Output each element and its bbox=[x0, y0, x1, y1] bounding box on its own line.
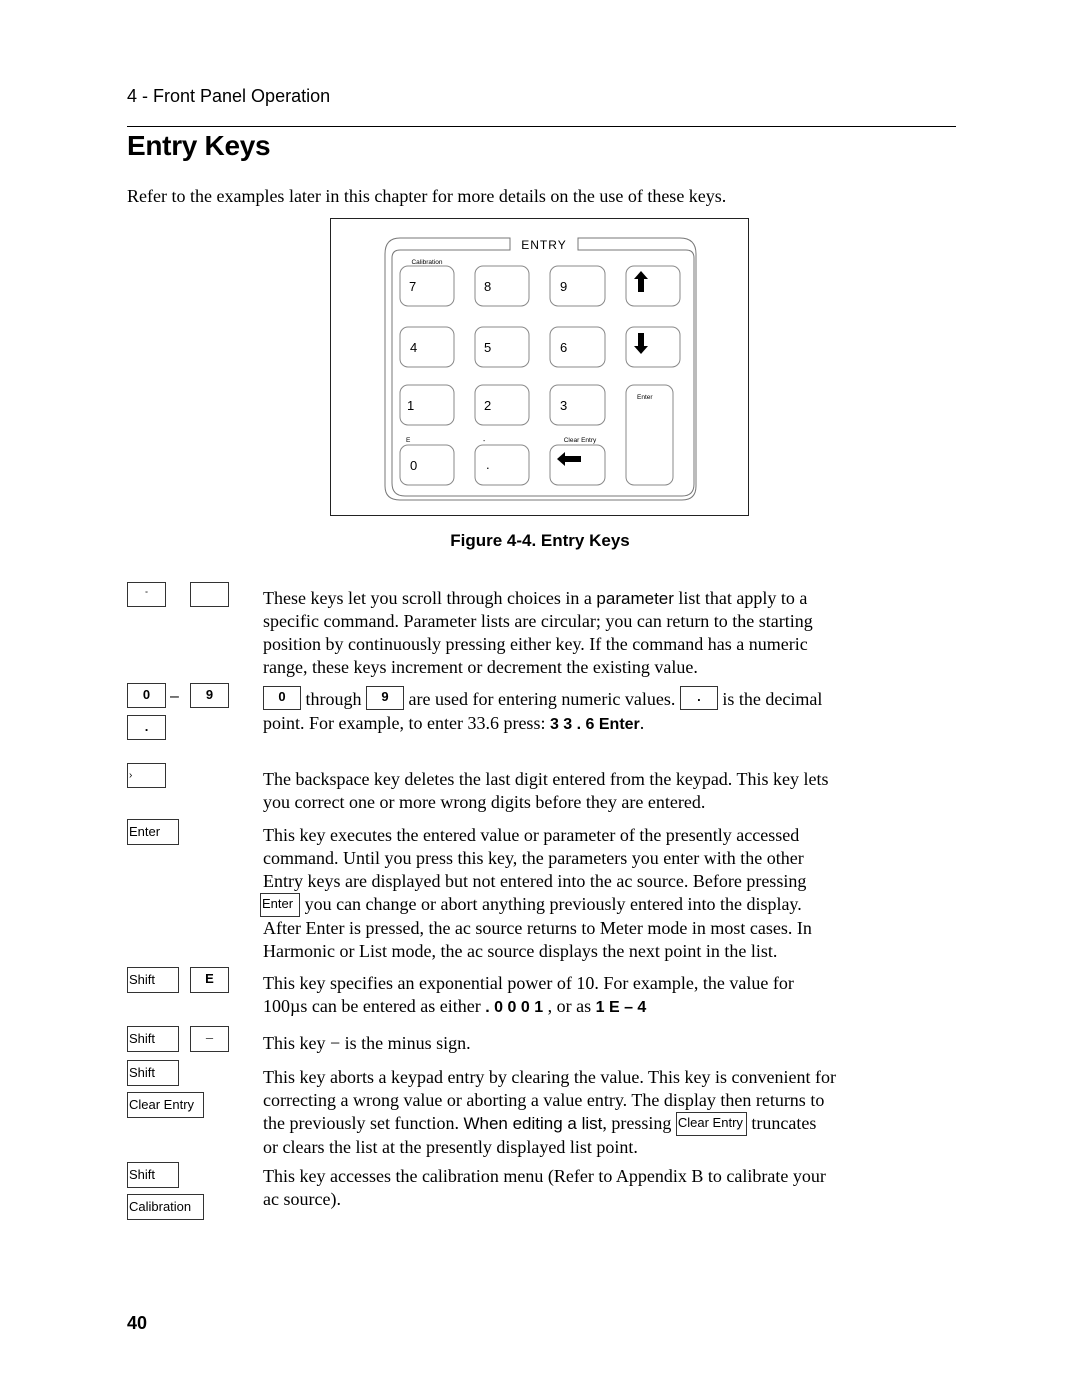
enter-description: This key executes the entered value or p… bbox=[260, 825, 812, 961]
key-shift-box: Shift bbox=[127, 1060, 179, 1086]
minus-description: This key − is the minus sign. bbox=[263, 1033, 471, 1053]
key-shift-box: Shift bbox=[127, 967, 179, 993]
key-9-box: 9 bbox=[190, 683, 229, 708]
key-0: 0 bbox=[399, 444, 455, 486]
svg-text:4: 4 bbox=[410, 340, 417, 355]
header-rule bbox=[127, 126, 956, 127]
key-up-box: ° bbox=[127, 582, 166, 607]
svg-text:0: 0 bbox=[410, 458, 417, 473]
calibration-description: This key accesses the calibration menu (… bbox=[263, 1166, 826, 1209]
clear-entry-description: This key aborts a keypad entry by cleari… bbox=[263, 1067, 836, 1157]
inline-key-enter: Enter bbox=[260, 893, 301, 917]
key-clear-entry-box: Clear Entry bbox=[127, 1092, 204, 1118]
svg-text:1: 1 bbox=[407, 398, 414, 413]
page-title: Entry Keys bbox=[127, 130, 271, 161]
up-down-description: These keys let you scroll through choice… bbox=[263, 588, 813, 677]
key-shift-box: Shift bbox=[127, 1026, 179, 1052]
svg-text:5: 5 bbox=[484, 340, 491, 355]
key-backspace bbox=[549, 444, 606, 486]
svg-text:.: . bbox=[486, 457, 490, 472]
sequence-decimal: . 0 0 0 1 bbox=[485, 999, 544, 1016]
shift-label-clear-entry: Clear Entry bbox=[564, 437, 597, 444]
svg-text:Enter: Enter bbox=[637, 394, 653, 401]
key-decimal-box: . bbox=[127, 715, 166, 740]
svg-text:7: 7 bbox=[409, 279, 416, 294]
numeric-keys-description: 0 through 9 are used for entering numeri… bbox=[263, 686, 893, 736]
figure-caption: Figure 4-4. Entry Keys bbox=[450, 531, 630, 550]
chapter-header: 4 - Front Panel Operation bbox=[127, 86, 331, 106]
key-decimal: . bbox=[474, 444, 530, 486]
sequence-exponent: 1 E – 4 bbox=[595, 999, 647, 1016]
svg-text:8: 8 bbox=[484, 279, 491, 294]
shift-label-calibration: Calibration bbox=[411, 259, 442, 266]
key-0-box: 0 bbox=[127, 683, 166, 708]
key-down-box bbox=[190, 582, 229, 607]
page-number: 40 bbox=[127, 1313, 148, 1333]
shift-label-e: E bbox=[406, 437, 411, 444]
key-8: 8 bbox=[474, 265, 530, 307]
key-enter-box: Enter bbox=[127, 819, 179, 845]
inline-key-9: 9 bbox=[366, 686, 404, 710]
key-down bbox=[625, 326, 681, 368]
key-9: 9 bbox=[549, 265, 606, 307]
key-7: 7 bbox=[399, 265, 455, 307]
key-shift-box: Shift bbox=[127, 1162, 179, 1188]
svg-text:3: 3 bbox=[560, 398, 567, 413]
intro-paragraph: Refer to the examples later in this chap… bbox=[127, 186, 727, 206]
key-4: 4 bbox=[399, 326, 455, 368]
inline-key-clear-entry: Clear Entry bbox=[675, 1112, 747, 1136]
shift-label-minus: - bbox=[483, 438, 486, 445]
key-6: 6 bbox=[549, 326, 606, 368]
key-3: 3 bbox=[549, 384, 606, 426]
key-e-box: E bbox=[190, 967, 229, 993]
key-up bbox=[625, 265, 681, 307]
key-sequence-example: 3 3 . 6 Enter bbox=[549, 716, 640, 733]
key-enter: Enter bbox=[625, 384, 674, 486]
inline-key-decimal: . bbox=[679, 686, 718, 710]
svg-text:9: 9 bbox=[560, 279, 567, 294]
backspace-description: The backspace key deletes the last digit… bbox=[263, 769, 829, 812]
key-backspace-box: › bbox=[127, 763, 166, 788]
up-key-glyph: ° bbox=[145, 591, 148, 598]
key-2: 2 bbox=[474, 384, 530, 426]
inline-key-0: 0 bbox=[263, 686, 301, 710]
panel-label: ENTRY bbox=[521, 238, 566, 252]
svg-text:2: 2 bbox=[484, 398, 491, 413]
entry-keypad-figure: ENTRY Calibration E - Clear Entry 7 8 9 … bbox=[384, 237, 697, 501]
key-5: 5 bbox=[474, 326, 530, 368]
exponent-description: This key specifies an exponential power … bbox=[263, 973, 794, 1016]
svg-text:6: 6 bbox=[560, 340, 567, 355]
key-minus-box: – bbox=[190, 1026, 229, 1052]
range-separator: – bbox=[170, 688, 179, 705]
key-1: 1 bbox=[399, 384, 455, 426]
key-calibration-box: Calibration bbox=[127, 1194, 204, 1220]
term-parameter: parameter bbox=[596, 589, 674, 608]
